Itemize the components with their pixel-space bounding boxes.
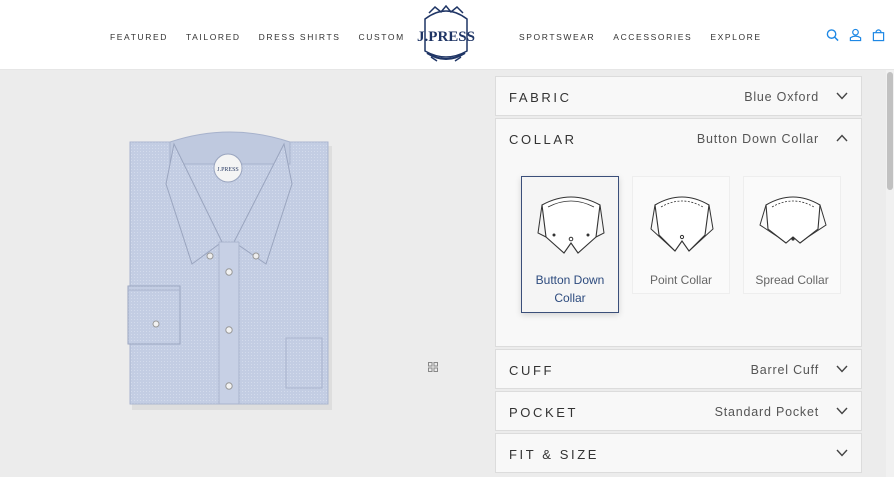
section-title: COLLAR [509,132,577,147]
svg-text:J.PRESS: J.PRESS [417,29,475,45]
fabric-header[interactable]: FABRIC Blue Oxford [496,77,861,117]
option-label-line1: Button Down [535,273,605,287]
jpress-logo[interactable]: J.PRESS [417,4,475,65]
button-down-collar-icon [537,196,605,254]
option-label: Point Collar [633,271,729,289]
chevron-down-icon [836,449,848,457]
nav-tailored[interactable]: TAILORED [186,32,241,42]
collar-options: Button Down Collar Point Collar Spread C… [521,176,841,313]
cuff-header[interactable]: CUFF Barrel Cuff [496,350,861,390]
section-collar: COLLAR Button Down Collar Button Down Co… [495,118,862,347]
section-fabric: FABRIC Blue Oxford [495,76,862,116]
section-value: Barrel Cuff [750,363,819,377]
chevron-down-icon [836,92,848,100]
collar-option-button-down[interactable]: Button Down Collar [521,176,619,313]
section-value: Standard Pocket [714,405,819,419]
grid-view-icon[interactable] [428,362,438,372]
option-label: Spread Collar [744,271,840,289]
account-icon[interactable] [849,28,862,42]
config-panel: FABRIC Blue Oxford COLLAR Button Down Co… [486,70,894,477]
chevron-down-icon [836,407,848,415]
nav-accessories[interactable]: ACCESSORIES [613,32,692,42]
collar-option-point[interactable]: Point Collar [632,176,730,294]
search-icon[interactable] [826,28,839,42]
shirt-image: J.PRESS [127,131,332,410]
section-title: POCKET [509,405,579,420]
shirt-label-text: J.PRESS [217,167,239,173]
option-label-line2: Collar [554,291,586,305]
point-collar-icon [650,196,714,252]
section-pocket: POCKET Standard Pocket [495,391,862,431]
nav-explore[interactable]: EXPLORE [710,32,761,42]
nav-featured[interactable]: FEATURED [110,32,168,42]
section-value: Blue Oxford [744,90,819,104]
option-label-line1: Point Collar [649,273,713,287]
product-image-area: J.PRESS [0,70,494,477]
bag-icon[interactable] [872,28,885,42]
collar-header[interactable]: COLLAR Button Down Collar [496,119,861,159]
nav-left: FEATURED TAILORED DRESS SHIRTS CUSTOM [110,32,405,42]
collar-option-spread[interactable]: Spread Collar [743,176,841,294]
nav-dress-shirts[interactable]: DRESS SHIRTS [259,32,341,42]
spread-collar-icon [759,196,827,244]
nav-right: SPORTSWEAR ACCESSORIES EXPLORE [519,32,762,42]
header-icons [826,28,885,42]
section-value: Button Down Collar [696,132,819,146]
section-fit-size: FIT & SIZE [495,433,862,473]
chevron-up-icon [836,134,848,142]
nav-custom[interactable]: CUSTOM [359,32,405,42]
site-header: FEATURED TAILORED DRESS SHIRTS CUSTOM J.… [0,0,894,70]
page-scrollbar[interactable] [886,70,894,477]
section-title: FABRIC [509,90,572,105]
section-title: FIT & SIZE [509,447,600,462]
section-cuff: CUFF Barrel Cuff [495,349,862,389]
chevron-down-icon [836,365,848,373]
section-title: CUFF [509,363,555,378]
nav-sportswear[interactable]: SPORTSWEAR [519,32,595,42]
pocket-header[interactable]: POCKET Standard Pocket [496,392,861,432]
option-label: Button Down Collar [522,271,618,307]
scrollbar-thumb[interactable] [887,72,893,190]
option-label-line1: Spread Collar [755,273,829,287]
fit-size-header[interactable]: FIT & SIZE [496,434,861,474]
